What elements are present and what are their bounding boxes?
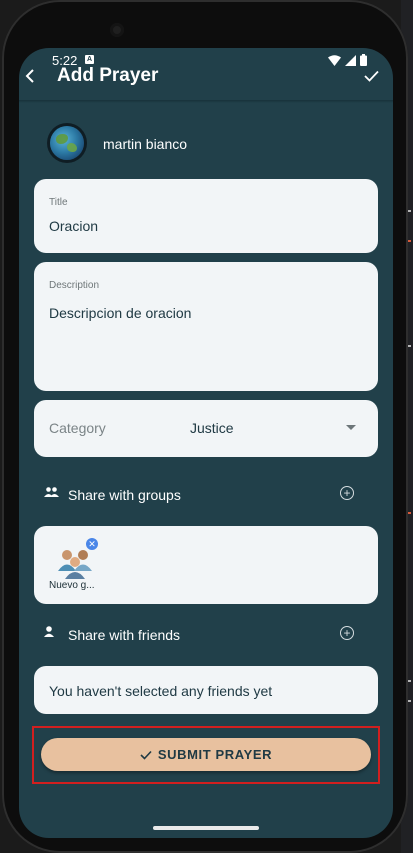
submit-prayer-button[interactable]: SUBMIT PRAYER: [41, 738, 371, 771]
app-bar: Add Prayer: [19, 60, 393, 100]
front-camera: [110, 23, 124, 37]
add-group-icon[interactable]: +: [340, 486, 354, 500]
back-arrow-icon[interactable]: [25, 67, 35, 88]
app-bar-divider: [19, 100, 393, 103]
share-friends-label: Share with friends: [68, 627, 181, 643]
friends-card: You haven't selected any friends yet: [34, 666, 378, 714]
person-icon: [44, 626, 54, 640]
add-friend-icon[interactable]: +: [340, 626, 354, 640]
description-label: Description: [49, 280, 100, 291]
home-indicator[interactable]: [153, 826, 259, 830]
remove-group-icon[interactable]: ✕: [86, 538, 98, 550]
category-label: Category: [49, 420, 106, 436]
phone-frame: 5:22 A Add Prayer martin bianco Title Or…: [2, 0, 408, 853]
friends-empty-text: You haven't selected any friends yet: [49, 683, 273, 699]
description-input[interactable]: Descripcion de oracion: [49, 305, 191, 321]
share-friends-header: Share with friends +: [44, 624, 354, 648]
dropdown-arrow-icon[interactable]: [346, 425, 356, 430]
share-groups-header: Share with groups +: [44, 484, 354, 508]
groups-icon: [44, 486, 59, 500]
user-name: martin bianco: [103, 136, 188, 152]
group-name: Nuevo g...: [49, 580, 95, 591]
globe-avatar: [50, 126, 84, 160]
globe-land: [67, 143, 77, 152]
globe-land: [56, 134, 68, 144]
category-select[interactable]: Category Justice: [34, 400, 378, 457]
group-chip[interactable]: ✕ Nuevo g...: [49, 538, 109, 596]
title-field[interactable]: Title Oracion: [34, 179, 378, 253]
check-icon: [140, 750, 152, 760]
group-people-icon: [58, 550, 92, 579]
title-label: Title: [49, 197, 68, 208]
category-value[interactable]: Justice: [190, 420, 234, 436]
submit-content: SUBMIT PRAYER: [41, 747, 371, 762]
title-input[interactable]: Oracion: [49, 218, 98, 234]
submit-label: SUBMIT PRAYER: [157, 747, 273, 762]
description-field[interactable]: Description Descripcion de oracion: [34, 262, 378, 391]
groups-card: ✕ Nuevo g...: [34, 526, 378, 604]
app-screen: 5:22 A Add Prayer martin bianco Title Or…: [19, 48, 393, 838]
share-groups-label: Share with groups: [68, 487, 181, 503]
page-title: Add Prayer: [57, 65, 159, 86]
check-icon[interactable]: [364, 66, 379, 87]
